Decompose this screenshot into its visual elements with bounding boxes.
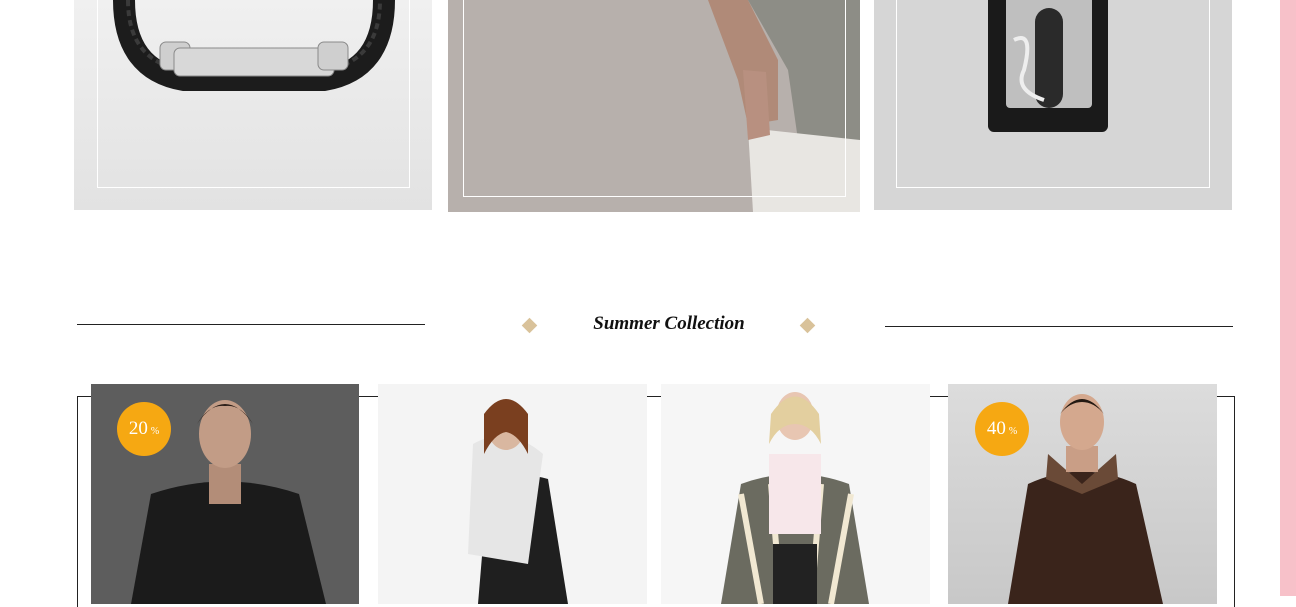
product-card[interactable]: 40% xyxy=(948,384,1217,604)
banner-bracelet[interactable] xyxy=(74,0,432,210)
discount-badge: 40% xyxy=(975,402,1029,456)
discount-badge: 20% xyxy=(117,402,171,456)
diamond-icon xyxy=(521,317,538,334)
banner-card-holder[interactable] xyxy=(874,0,1232,210)
banner-frame xyxy=(896,0,1210,188)
diamond-icon xyxy=(799,317,816,334)
banner-frame xyxy=(463,0,846,197)
heading-rule-left xyxy=(77,324,425,325)
banner-frame xyxy=(97,0,410,188)
heading-rule-right xyxy=(885,326,1233,327)
product-card[interactable] xyxy=(661,384,930,604)
product-image xyxy=(468,399,568,604)
product-image xyxy=(721,392,869,604)
side-accent-bar xyxy=(1280,0,1296,596)
product-card[interactable] xyxy=(378,384,647,604)
product-card[interactable]: 20% xyxy=(91,384,359,604)
section-title: Summer Collection xyxy=(593,313,745,334)
banner-model[interactable] xyxy=(448,0,860,212)
